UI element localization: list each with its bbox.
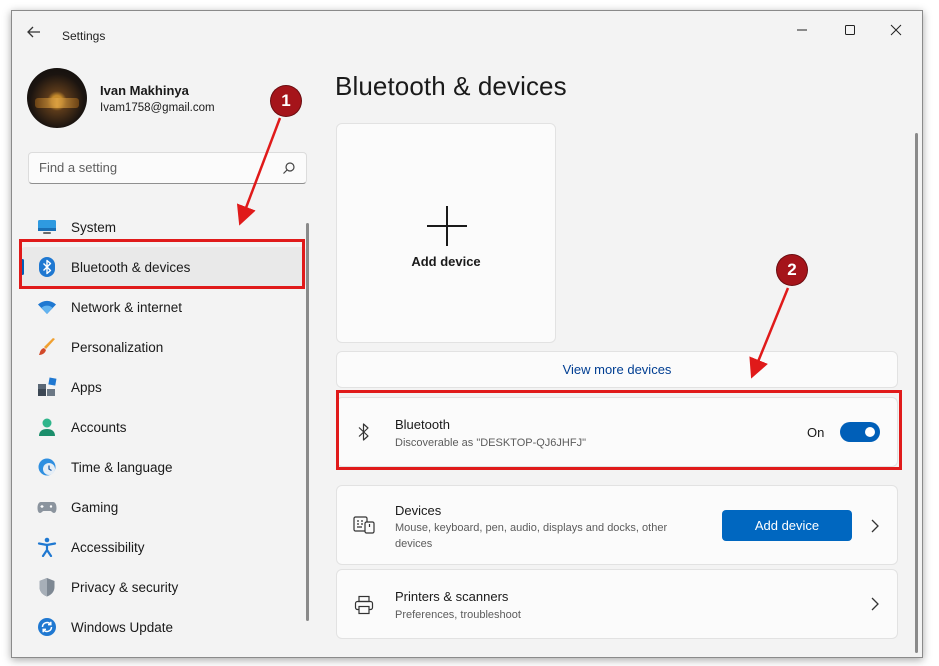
app-title: Settings [62,29,106,43]
title-bar: Settings [12,11,922,59]
sidebar-item-gaming[interactable]: Gaming [21,487,306,527]
highlight-box-bluetooth [336,390,902,470]
maximize-icon [845,25,855,35]
keyboard-devices-icon [353,514,375,536]
plus-icon [427,206,467,246]
search-icon[interactable] [282,161,296,175]
minimize-icon [797,29,807,31]
page-title: Bluetooth & devices [335,71,567,101]
printers-title: Printers & scanners [395,589,509,604]
devices-card[interactable]: Devices Mouse, keyboard, pen, audio, dis… [336,485,898,565]
sidebar-item-privacy-security[interactable]: Privacy & security [21,567,306,607]
sidebar-item-network[interactable]: Network & internet [21,287,306,327]
sidebar-item-label: Time & language [71,459,173,475]
person-icon [37,417,57,437]
wifi-icon [37,297,57,317]
accessibility-icon [37,537,57,557]
sidebar-item-apps[interactable]: Apps [21,367,306,407]
sidebar-item-time-language[interactable]: Time & language [21,447,306,487]
chevron-right-icon [871,597,879,611]
brush-icon [37,337,57,357]
sidebar-item-accessibility[interactable]: Accessibility [21,527,306,567]
close-button[interactable] [876,17,916,47]
sidebar-item-label: Accounts [71,419,127,435]
search-input[interactable] [39,160,269,175]
devices-title: Devices [395,503,442,518]
step-badge-2: 2 [777,255,807,285]
clock-globe-icon [37,457,57,477]
apps-icon [37,377,57,397]
sidebar-item-label: Privacy & security [71,579,179,595]
close-icon [890,24,902,36]
profile-name: Ivan Makhinya [100,83,189,98]
sidebar-item-windows-update[interactable]: Windows Update [21,607,306,647]
sidebar-item-personalization[interactable]: Personalization [21,327,306,367]
back-button[interactable] [24,25,44,45]
content-scrollbar[interactable] [915,133,918,653]
monitor-icon [37,217,57,237]
devices-subtitle: Mouse, keyboard, pen, audio, displays an… [395,522,668,550]
sidebar-item-label: System [71,219,117,235]
printers-subtitle: Preferences, troubleshoot [395,609,521,621]
highlight-box-sidebar [19,239,305,289]
printer-icon [353,594,375,616]
sidebar-item-label: Accessibility [71,539,145,555]
minimize-button[interactable] [782,17,822,47]
sidebar-item-accounts[interactable]: Accounts [21,407,306,447]
sidebar-item-label: Personalization [71,339,164,355]
printers-card[interactable]: Printers & scanners Preferences, trouble… [336,569,898,639]
add-device-button[interactable]: Add device [722,510,852,541]
gamepad-icon [37,497,57,517]
profile-email: Ivam1758@gmail.com [100,102,215,114]
sidebar-item-label: Apps [71,379,102,395]
arrow-left-icon [27,26,40,38]
sidebar-item-label: Network & internet [71,299,183,315]
avatar [27,68,87,128]
shield-icon [37,577,57,597]
add-device-tile[interactable]: Add device [336,123,556,343]
view-more-devices-link[interactable]: View more devices [336,351,898,388]
sidebar-item-label: Windows Update [71,619,174,635]
settings-window: Settings Ivan Makhinya Ivam1758@gmail.co… [11,10,923,658]
maximize-button[interactable] [830,17,870,47]
search-box [28,152,307,184]
sidebar-scrollbar[interactable] [306,223,309,621]
sidebar-item-label: Gaming [71,499,119,515]
update-icon [37,617,57,637]
step-badge-1: 1 [271,86,301,116]
chevron-right-icon [871,519,879,533]
add-device-tile-label: Add device [411,254,481,269]
